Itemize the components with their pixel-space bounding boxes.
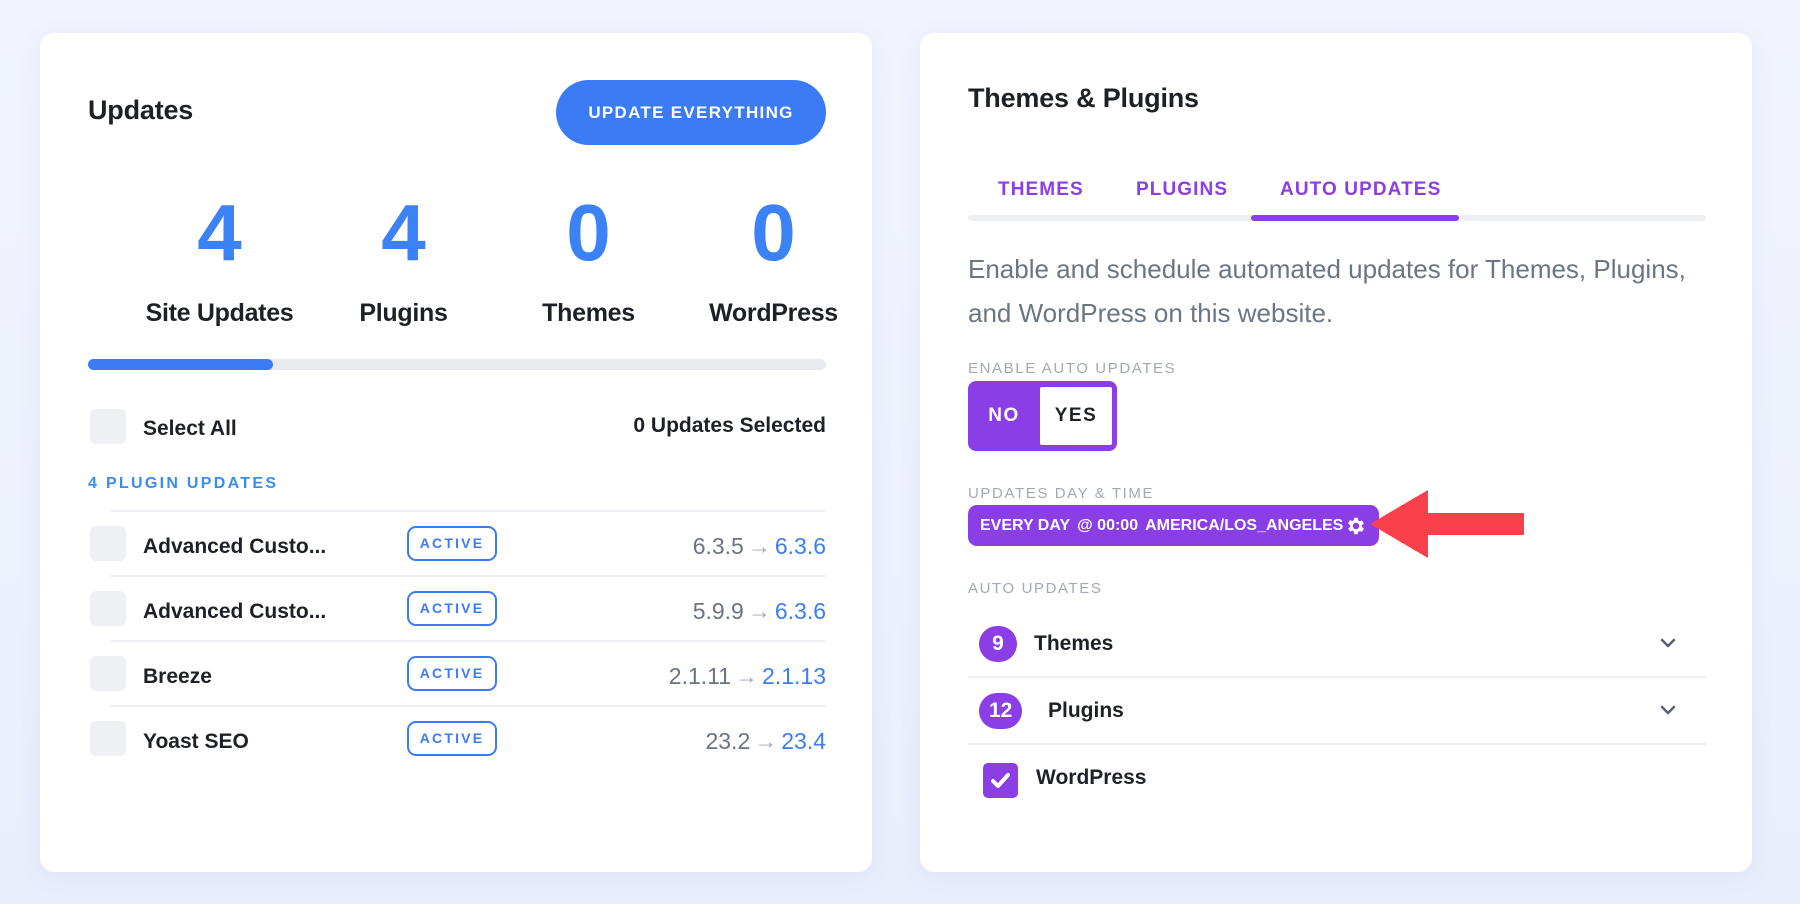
- current-version: 5.9.9: [692, 598, 744, 624]
- auto-update-label: WordPress: [1036, 766, 1147, 789]
- stat-site-updates: 4 Site Updates: [127, 183, 312, 328]
- schedule-timezone: AMERICA/LOS_ANGELES: [1145, 517, 1344, 534]
- stat-label: Plugins: [359, 299, 448, 327]
- current-version: 2.1.11: [668, 663, 732, 689]
- plugin-row: Advanced Custo... ACTIVE 6.3.5 → 6.3.6: [90, 510, 826, 575]
- schedule-time: @ 00:00: [1077, 517, 1139, 534]
- new-version: 23.4: [781, 728, 826, 754]
- stat-label: Themes: [542, 299, 635, 327]
- auto-update-label: Plugins: [1048, 699, 1124, 722]
- stat-label: WordPress: [709, 299, 838, 327]
- stat-themes: 0 Themes: [496, 183, 681, 328]
- enable-auto-updates-label: ENABLE AUTO UPDATES: [968, 360, 1177, 377]
- stat-value: 0: [566, 188, 611, 277]
- current-version: 6.3.5: [692, 533, 744, 559]
- schedule-frequency: EVERY DAY: [980, 517, 1071, 534]
- chevron-down-icon[interactable]: [1658, 633, 1678, 653]
- plugin-row: Advanced Custo... ACTIVE 5.9.9 → 6.3.6: [90, 575, 826, 640]
- select-all-label[interactable]: Select All: [143, 417, 237, 441]
- plugin-updates-heading: 4 PLUGIN UPDATES: [88, 475, 279, 492]
- update-everything-button[interactable]: UPDATE EVERYTHING: [556, 80, 826, 145]
- plugin-checkbox[interactable]: [90, 526, 126, 561]
- plugin-name: Yoast SEO: [143, 730, 249, 753]
- new-version: 2.1.13: [762, 663, 826, 689]
- version-change: 5.9.9 → 6.3.6: [693, 598, 826, 625]
- tab-bar: THEMES PLUGINS AUTO UPDATES: [968, 179, 1706, 221]
- gear-icon[interactable]: [1345, 515, 1367, 537]
- version-change: 23.2 → 23.4: [705, 728, 826, 755]
- status-badge: ACTIVE: [407, 591, 497, 626]
- plugin-row: Breeze ACTIVE 2.1.11 → 2.1.13: [90, 640, 826, 705]
- select-all-checkbox[interactable]: [90, 409, 126, 444]
- auto-updates-section-label: AUTO UPDATES: [968, 580, 1103, 597]
- plugin-name: Advanced Custo...: [143, 535, 327, 558]
- tab-themes[interactable]: THEMES: [998, 179, 1084, 201]
- arrow-right-icon: →: [747, 598, 771, 624]
- auto-update-row-plugins[interactable]: 12 Plugins: [968, 678, 1706, 745]
- annotation-arrow-icon: [1370, 490, 1524, 558]
- tab-plugins[interactable]: PLUGINS: [1136, 179, 1228, 201]
- stat-label: Site Updates: [145, 299, 294, 327]
- count-badge: 9: [979, 626, 1017, 662]
- wordpress-checkbox[interactable]: [983, 763, 1018, 798]
- plugin-name: Breeze: [143, 665, 212, 688]
- progress-bar: [88, 359, 826, 370]
- version-change: 2.1.11 → 2.1.13: [669, 663, 826, 690]
- version-change: 6.3.5 → 6.3.6: [693, 533, 826, 560]
- themes-plugins-title: Themes & Plugins: [968, 83, 1199, 113]
- stat-wordpress: 0 WordPress: [681, 183, 866, 328]
- plugin-name: Advanced Custo...: [143, 600, 327, 623]
- progress-fill: [88, 359, 273, 370]
- arrow-right-icon: →: [735, 663, 759, 689]
- auto-update-row-themes[interactable]: 9 Themes: [968, 611, 1706, 678]
- updates-day-time-label: UPDATES DAY & TIME: [968, 485, 1155, 502]
- plugin-checkbox[interactable]: [90, 656, 126, 691]
- auto-updates-description: Enable and schedule automated updates fo…: [968, 254, 1686, 328]
- plugin-update-list: Advanced Custo... ACTIVE 6.3.5 → 6.3.6 Adv…: [90, 510, 826, 770]
- tab-auto-updates[interactable]: AUTO UPDATES: [1280, 179, 1441, 201]
- updates-title: Updates: [88, 95, 194, 125]
- status-badge: ACTIVE: [407, 721, 497, 756]
- count-badge: 12: [979, 693, 1023, 729]
- plugin-row: Yoast SEO ACTIVE 23.2 → 23.4: [90, 705, 826, 770]
- arrow-right-icon: →: [754, 728, 778, 754]
- stat-value: 4: [381, 188, 426, 277]
- auto-update-label: Themes: [1034, 632, 1114, 655]
- stat-value: 4: [197, 188, 242, 277]
- check-icon: [991, 773, 1010, 788]
- arrow-right-icon: →: [747, 533, 771, 559]
- plugin-checkbox[interactable]: [90, 721, 126, 756]
- new-version: 6.3.6: [774, 598, 826, 624]
- chevron-down-icon[interactable]: [1658, 700, 1678, 720]
- stat-value: 0: [751, 188, 796, 277]
- schedule-button[interactable]: EVERY DAY @ 00:00 AMERICA/LOS_ANGELES: [968, 505, 1379, 546]
- plugin-checkbox[interactable]: [90, 591, 126, 626]
- enable-auto-updates-toggle[interactable]: NO YES: [968, 381, 1117, 451]
- status-badge: ACTIVE: [407, 526, 497, 561]
- updates-card: Updates UPDATE EVERYTHING 4 Site Updates…: [40, 33, 872, 872]
- auto-updates-list: 9 Themes 12 Plugins WordPress: [968, 611, 1706, 812]
- toggle-yes-option[interactable]: YES: [1040, 387, 1112, 445]
- status-badge: ACTIVE: [407, 656, 497, 691]
- auto-update-row-wordpress: WordPress: [968, 745, 1706, 812]
- stat-plugins: 4 Plugins: [311, 183, 496, 328]
- new-version: 6.3.6: [774, 533, 826, 559]
- current-version: 23.2: [705, 728, 751, 754]
- active-tab-indicator: [1251, 215, 1459, 221]
- themes-plugins-card: Themes & Plugins THEMES PLUGINS AUTO UPD…: [920, 33, 1752, 872]
- toggle-no-option[interactable]: NO: [968, 387, 1040, 445]
- selected-count: 0 Updates Selected: [633, 414, 826, 437]
